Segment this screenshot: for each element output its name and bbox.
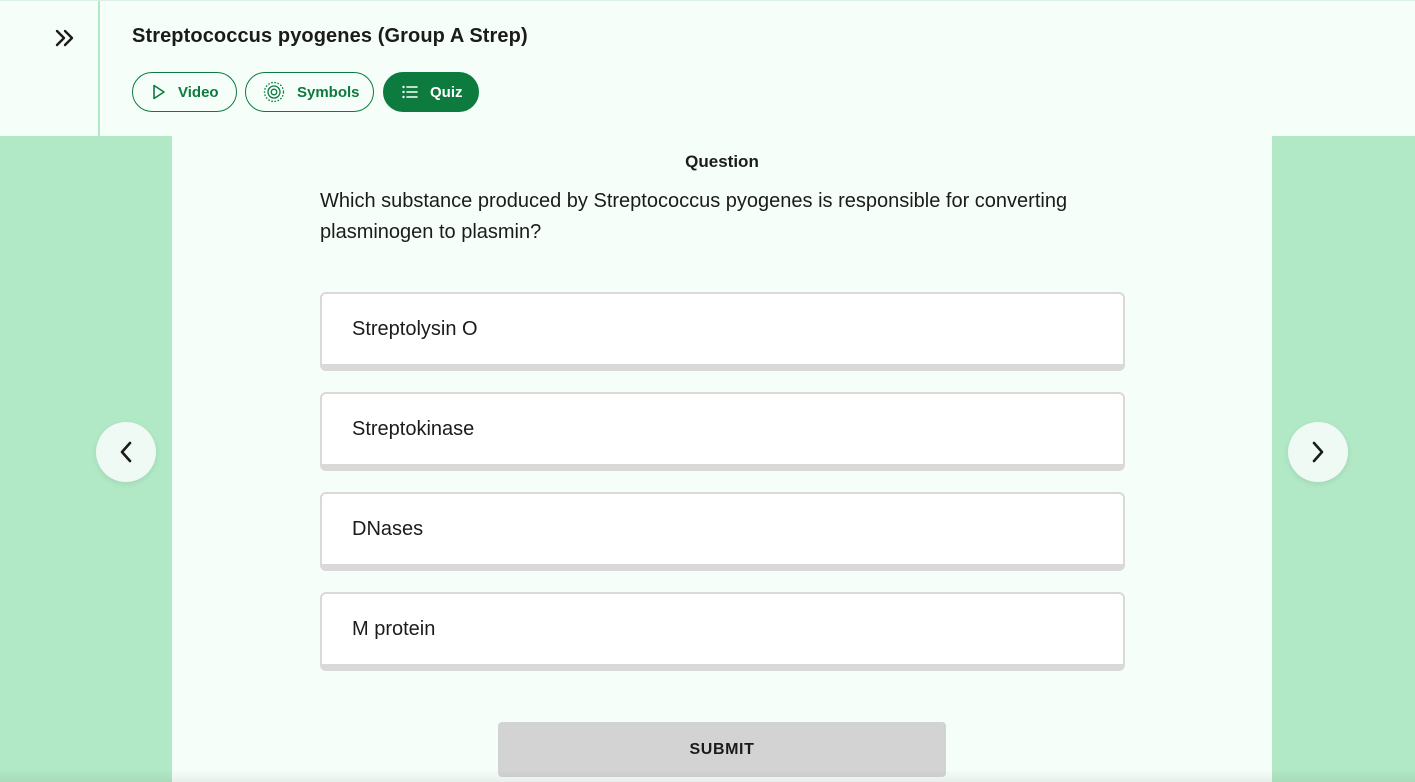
answer-option-label: Streptokinase bbox=[352, 417, 475, 440]
tab-video[interactable]: Video bbox=[132, 72, 237, 112]
next-question-button[interactable] bbox=[1288, 422, 1348, 482]
answer-option[interactable]: DNases bbox=[320, 492, 1125, 571]
sidebar-toggle-button[interactable] bbox=[0, 1, 100, 137]
previous-question-button[interactable] bbox=[96, 422, 156, 482]
tab-quiz[interactable]: Quiz bbox=[383, 72, 479, 112]
list-icon bbox=[402, 85, 418, 99]
question-heading: Question bbox=[685, 152, 759, 171]
chevron-right-icon bbox=[1312, 441, 1324, 463]
answer-option[interactable]: Streptolysin O bbox=[320, 292, 1125, 371]
answer-option-label: Streptolysin O bbox=[352, 317, 478, 340]
submit-button-label: SUBMIT bbox=[689, 740, 755, 758]
tab-symbols-label: Symbols bbox=[297, 83, 360, 101]
question-text: Which substance produced by Streptococcu… bbox=[320, 190, 1068, 243]
play-icon bbox=[152, 84, 166, 100]
answer-option[interactable]: Streptokinase bbox=[320, 392, 1125, 471]
target-icon bbox=[263, 81, 285, 103]
double-chevron-right-icon bbox=[55, 29, 74, 47]
bottom-shadow bbox=[0, 770, 1415, 782]
top-bar: Streptococcus pyogenes (Group A Strep) V… bbox=[0, 0, 1415, 137]
quiz-panel: Question Which substance produced by Str… bbox=[172, 136, 1272, 782]
tab-video-label: Video bbox=[178, 83, 219, 101]
answer-option[interactable]: M protein bbox=[320, 592, 1125, 671]
submit-button[interactable]: SUBMIT bbox=[498, 722, 946, 777]
chevron-left-icon bbox=[120, 441, 132, 463]
page-title: Streptococcus pyogenes (Group A Strep) bbox=[132, 25, 528, 47]
answer-option-label: M protein bbox=[352, 617, 436, 640]
tab-quiz-label: Quiz bbox=[430, 83, 463, 101]
answer-option-label: DNases bbox=[352, 517, 424, 540]
tab-symbols[interactable]: Symbols bbox=[245, 72, 374, 112]
